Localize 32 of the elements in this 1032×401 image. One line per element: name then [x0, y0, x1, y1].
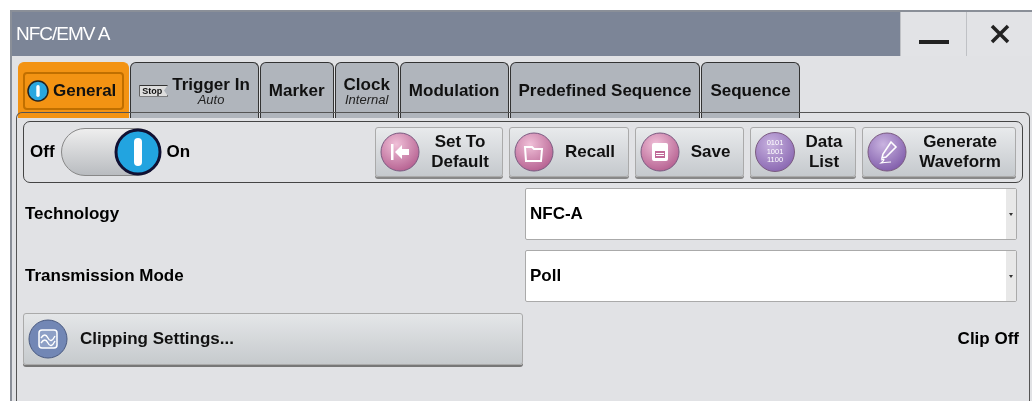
close-icon — [988, 23, 1011, 45]
dropdown-field[interactable]: Poll — [525, 250, 1017, 302]
on-off-switch[interactable] — [60, 128, 161, 176]
stop-icon: Stop — [139, 84, 169, 97]
tab[interactable]: Predefined Sequence — [509, 62, 701, 118]
folder-icon — [514, 132, 554, 172]
clip-status: Clip Off — [957, 329, 1019, 349]
window-title: NFC/EMV A — [12, 12, 900, 56]
setting-label: Technology — [24, 204, 121, 224]
clipping-settings-button[interactable]: Clipping Settings... — [23, 313, 523, 365]
arrow-left-icon — [380, 132, 420, 172]
minimize-icon — [918, 40, 949, 44]
dropdown-field[interactable]: NFC-A — [525, 188, 1017, 240]
setting-label: Transmission Mode — [24, 266, 185, 286]
caret-icon — [1009, 212, 1013, 216]
toolbar-button[interactable]: Set To Default — [375, 127, 503, 177]
pencil-icon — [867, 132, 907, 172]
off-label: Off — [30, 142, 55, 162]
tab[interactable]: Marker — [259, 62, 334, 118]
tab[interactable]: Modulation — [399, 62, 509, 118]
on-label: On — [166, 142, 191, 162]
waveform-icon — [28, 319, 68, 359]
toolbar-button[interactable]: Recall — [509, 127, 629, 177]
tab[interactable]: Stop Trigger In Auto — [130, 62, 259, 118]
tab[interactable]: Sequence — [701, 62, 800, 118]
tab[interactable]: Clock Internal — [334, 62, 399, 118]
caret-icon — [1009, 274, 1013, 278]
toolbar-button[interactable]: Generate Waveform — [862, 127, 1016, 177]
power-icon — [27, 79, 49, 102]
tab[interactable]: General — [18, 62, 130, 118]
save-icon — [640, 132, 680, 172]
toolbar-button[interactable]: Save — [635, 127, 744, 177]
